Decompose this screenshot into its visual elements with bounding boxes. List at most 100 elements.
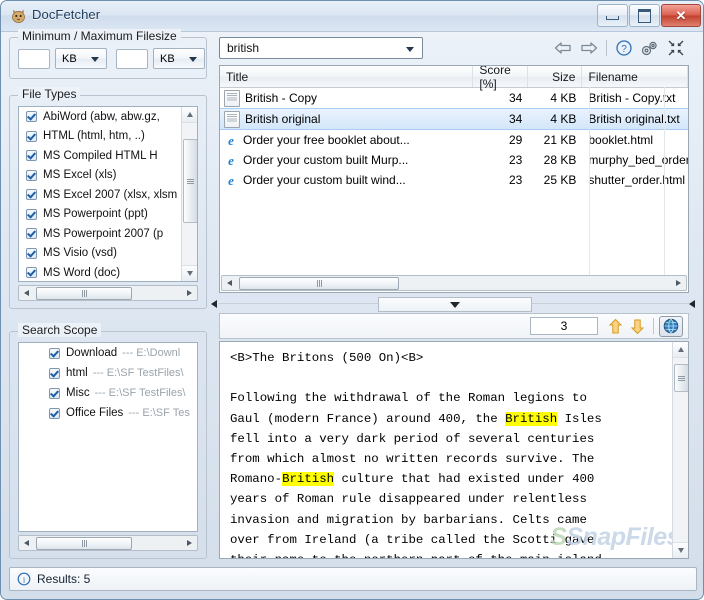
open-in-browser-button[interactable] (659, 316, 683, 337)
scrollbar-thumb[interactable] (36, 537, 132, 550)
sash-collapse-button[interactable] (378, 297, 532, 312)
scroll-up-button[interactable] (673, 342, 688, 358)
checkbox[interactable] (26, 189, 37, 200)
min-filesize-unit-select[interactable]: KB (55, 48, 107, 69)
back-button[interactable] (550, 37, 576, 59)
close-button[interactable]: ✕ (661, 4, 701, 27)
search-scope-item[interactable]: Download--- E:\Downl (19, 343, 197, 363)
table-row[interactable]: eOrder your custom built Murp...2328 KBm… (220, 150, 688, 170)
scrollbar-thumb[interactable] (239, 277, 399, 290)
toolbar-separator (653, 318, 654, 334)
left-sash-collapse-arrow[interactable] (209, 297, 219, 311)
forward-button[interactable] (576, 37, 602, 59)
scroll-right-button[interactable] (182, 286, 197, 300)
cell-title: British original (220, 109, 474, 129)
file-types-list[interactable]: AbiWord (abw, abw.gz,HTML (html, htm, ..… (18, 106, 198, 282)
table-row[interactable]: eOrder your free booklet about...2921 KB… (220, 130, 688, 150)
checkbox[interactable] (49, 408, 60, 419)
minimize-button[interactable] (597, 4, 628, 27)
maximize-button[interactable] (629, 4, 660, 27)
search-scope-item[interactable]: Misc--- E:\SF TestFiles\ (19, 383, 197, 403)
chevron-down-icon[interactable] (406, 47, 414, 52)
column-header[interactable]: Size (528, 66, 582, 87)
file-type-item[interactable]: MS Powerpoint 2007 (p (19, 224, 197, 244)
watermark-text: SnapFiles (566, 523, 680, 551)
file-types-vertical-scrollbar[interactable] (181, 107, 197, 281)
cell-title: eOrder your free booklet about... (220, 130, 474, 150)
triangle-up-icon (187, 112, 193, 117)
scroll-down-button[interactable] (182, 265, 197, 281)
search-input[interactable]: british (219, 37, 423, 59)
cell-size: 4 KB (528, 109, 582, 129)
scroll-right-button[interactable] (182, 536, 197, 550)
file-type-item[interactable]: MS Visio (vsd) (19, 244, 197, 264)
next-match-button[interactable] (626, 316, 648, 336)
checkbox[interactable] (49, 388, 60, 399)
scroll-up-button[interactable] (182, 107, 197, 123)
preferences-button[interactable] (637, 37, 663, 59)
checkbox[interactable] (26, 248, 37, 259)
results-horizontal-scrollbar[interactable] (221, 275, 687, 291)
min-filesize-input[interactable] (18, 49, 50, 69)
scrollbar-thumb[interactable] (36, 287, 132, 300)
scroll-left-button[interactable] (19, 286, 34, 300)
svg-text:i: i (23, 575, 26, 585)
table-row[interactable]: British original344 KBBritish original.t… (220, 108, 688, 130)
html-file-icon: e (224, 173, 238, 188)
preview-vertical-scrollbar[interactable] (672, 342, 688, 558)
text-file-icon (224, 90, 240, 107)
column-header[interactable]: Title (220, 66, 473, 87)
collapse-button[interactable] (663, 37, 689, 59)
checkbox[interactable] (26, 170, 37, 181)
column-header[interactable]: Score [%] (473, 66, 528, 87)
checkbox[interactable] (49, 348, 60, 359)
file-type-item[interactable]: MS Word (doc) (19, 263, 197, 282)
scrollbar-thumb[interactable] (674, 364, 689, 392)
table-row[interactable]: British - Copy344 KBBritish - Copy.txt (220, 88, 688, 108)
search-scope-item[interactable]: Office Files--- E:\SF Tes (19, 403, 197, 423)
file-type-label: MS Excel (xls) (43, 169, 116, 181)
cell-score: 34 (474, 88, 529, 108)
help-button[interactable]: ? (611, 37, 637, 59)
file-type-item[interactable]: MS Powerpoint (ppt) (19, 205, 197, 225)
scroll-down-button[interactable] (673, 542, 688, 558)
page-number-input[interactable]: 3 (530, 317, 598, 335)
previous-match-button[interactable] (604, 316, 626, 336)
search-scope-group-label: Search Scope (18, 323, 101, 337)
checkbox[interactable] (26, 111, 37, 122)
file-type-item[interactable]: MS Excel 2007 (xlsx, xlsm (19, 185, 197, 205)
checkbox[interactable] (26, 228, 37, 239)
horizontal-sash[interactable] (219, 297, 689, 311)
file-type-item[interactable]: HTML (html, htm, ..) (19, 127, 197, 147)
scroll-left-button[interactable] (222, 276, 237, 290)
max-filesize-input[interactable] (116, 49, 148, 69)
preview-pane[interactable]: <B>The Britons (500 On)<B> Following the… (219, 341, 689, 559)
checkbox[interactable] (26, 267, 37, 278)
scroll-right-button[interactable] (671, 276, 686, 290)
checkbox[interactable] (26, 150, 37, 161)
scope-path: --- E:\SF Tes (128, 407, 190, 419)
checkbox[interactable] (26, 209, 37, 220)
search-scope-list[interactable]: Download--- E:\Downlhtml--- E:\SF TestFi… (18, 342, 198, 532)
search-scope-horizontal-scrollbar[interactable] (18, 535, 198, 551)
column-header[interactable]: Filename (582, 66, 688, 87)
max-filesize-unit-select[interactable]: KB (153, 48, 205, 69)
file-type-item[interactable]: MS Compiled HTML H (19, 146, 197, 166)
search-scope-item[interactable]: html--- E:\SF TestFiles\ (19, 363, 197, 383)
preview-toolbar: 3 (219, 313, 689, 339)
title-text: British - Copy (245, 91, 317, 105)
file-type-item[interactable]: MS Excel (xls) (19, 166, 197, 186)
min-unit-label: KB (62, 53, 77, 65)
results-table[interactable]: TitleScore [%]SizeFilename British - Cop… (219, 65, 689, 293)
file-type-item[interactable]: AbiWord (abw, abw.gz, (19, 107, 197, 127)
search-highlight: British (505, 412, 557, 426)
checkbox[interactable] (49, 368, 60, 379)
table-row[interactable]: eOrder your custom built wind...2325 KBs… (220, 170, 688, 190)
file-types-horizontal-scrollbar[interactable] (18, 285, 198, 301)
arrow-left-icon (211, 300, 217, 308)
scroll-left-button[interactable] (19, 536, 34, 550)
html-file-icon: e (224, 133, 238, 148)
status-bar: i Results: 5 (9, 567, 697, 591)
scrollbar-thumb[interactable] (183, 139, 198, 223)
checkbox[interactable] (26, 131, 37, 142)
